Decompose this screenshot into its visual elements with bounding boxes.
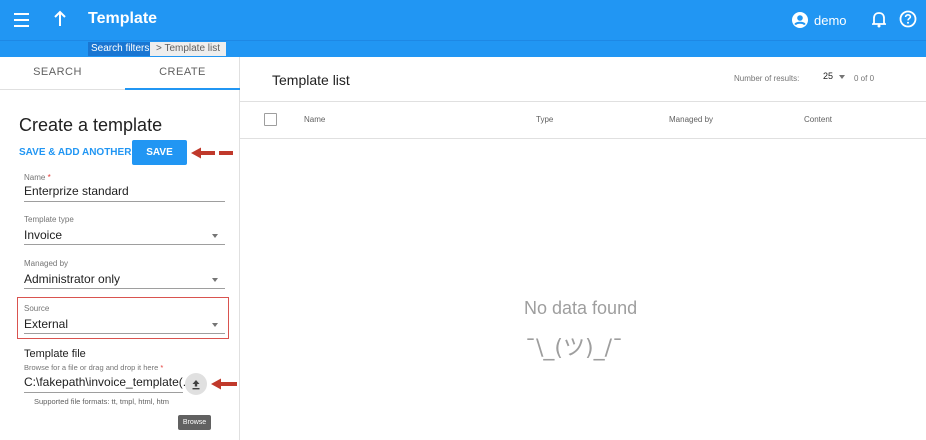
browse-button[interactable]: Browse <box>178 415 211 430</box>
name-underline <box>24 201 225 202</box>
save-and-add-another-button[interactable]: SAVE & ADD ANOTHER <box>19 147 131 158</box>
table-header: Name Type Managed by Content <box>240 101 926 139</box>
chevron-down-icon[interactable] <box>839 75 845 79</box>
name-field[interactable]: Enterprize standard <box>24 184 129 198</box>
source-underline <box>24 333 225 334</box>
app-bar: Template demo <box>0 0 926 40</box>
help-icon[interactable] <box>899 10 917 28</box>
managed-by-select[interactable]: Administrator only <box>24 272 120 286</box>
annotation-arrow-icon <box>191 147 233 159</box>
upload-button[interactable] <box>185 373 207 395</box>
username: demo <box>814 12 847 28</box>
managed-by-underline <box>24 288 225 289</box>
left-panel: SEARCH CREATE Create a template SAVE & A… <box>0 57 240 440</box>
template-file-input[interactable]: C:\fakepath\invoice_template(... <box>24 375 193 389</box>
results-count: 0 of 0 <box>854 74 875 83</box>
supported-formats-text: Supported file formats: tt, tmpl, html, … <box>34 397 170 406</box>
template-file-hint: Browse for a file or drag and drop it he… <box>24 363 164 372</box>
template-file-title: Template file <box>24 348 86 360</box>
chevron-down-icon[interactable] <box>212 323 218 327</box>
menu-icon[interactable] <box>14 13 29 27</box>
template-type-underline <box>24 244 225 245</box>
breadcrumb: Search filters > Template list <box>0 40 926 57</box>
annotation-arrow-icon <box>211 378 237 390</box>
template-list-title: Template list <box>272 72 350 88</box>
upload-icon <box>192 379 200 389</box>
breadcrumb-current: > Template list <box>150 42 227 56</box>
tab-create[interactable]: CREATE <box>125 57 240 90</box>
empty-state-emoticon: ¯\_(ツ)_/¯ <box>525 336 623 361</box>
source-label: Source <box>24 304 50 313</box>
empty-state-text: No data found <box>524 298 638 318</box>
create-form-title: Create a template <box>19 115 163 135</box>
arrow-up-icon[interactable] <box>52 9 68 29</box>
chevron-down-icon[interactable] <box>212 278 218 282</box>
save-button[interactable]: SAVE <box>132 140 187 165</box>
column-header-name[interactable]: Name <box>304 115 325 124</box>
template-file-underline <box>24 392 183 393</box>
select-all-checkbox[interactable] <box>264 113 277 126</box>
breadcrumb-search-filters[interactable]: Search filters <box>88 42 153 56</box>
column-header-content[interactable]: Content <box>804 115 832 124</box>
results-per-page-select[interactable]: 25 <box>823 71 833 81</box>
tab-search[interactable]: SEARCH <box>0 57 115 90</box>
account-icon <box>792 12 808 28</box>
name-label: Name * <box>24 173 51 182</box>
template-type-label: Template type <box>24 215 74 224</box>
source-select[interactable]: External <box>24 317 68 331</box>
managed-by-label: Managed by <box>24 259 69 268</box>
user-menu[interactable]: demo <box>792 10 847 30</box>
tab-bar: SEARCH CREATE <box>0 57 240 90</box>
column-header-managed-by[interactable]: Managed by <box>669 115 713 124</box>
chevron-down-icon[interactable] <box>212 234 218 238</box>
page-title: Template <box>88 10 158 27</box>
bell-icon[interactable] <box>872 10 886 28</box>
results-label: Number of results: <box>734 74 800 83</box>
template-type-select[interactable]: Invoice <box>24 228 62 242</box>
column-header-type[interactable]: Type <box>536 115 553 124</box>
